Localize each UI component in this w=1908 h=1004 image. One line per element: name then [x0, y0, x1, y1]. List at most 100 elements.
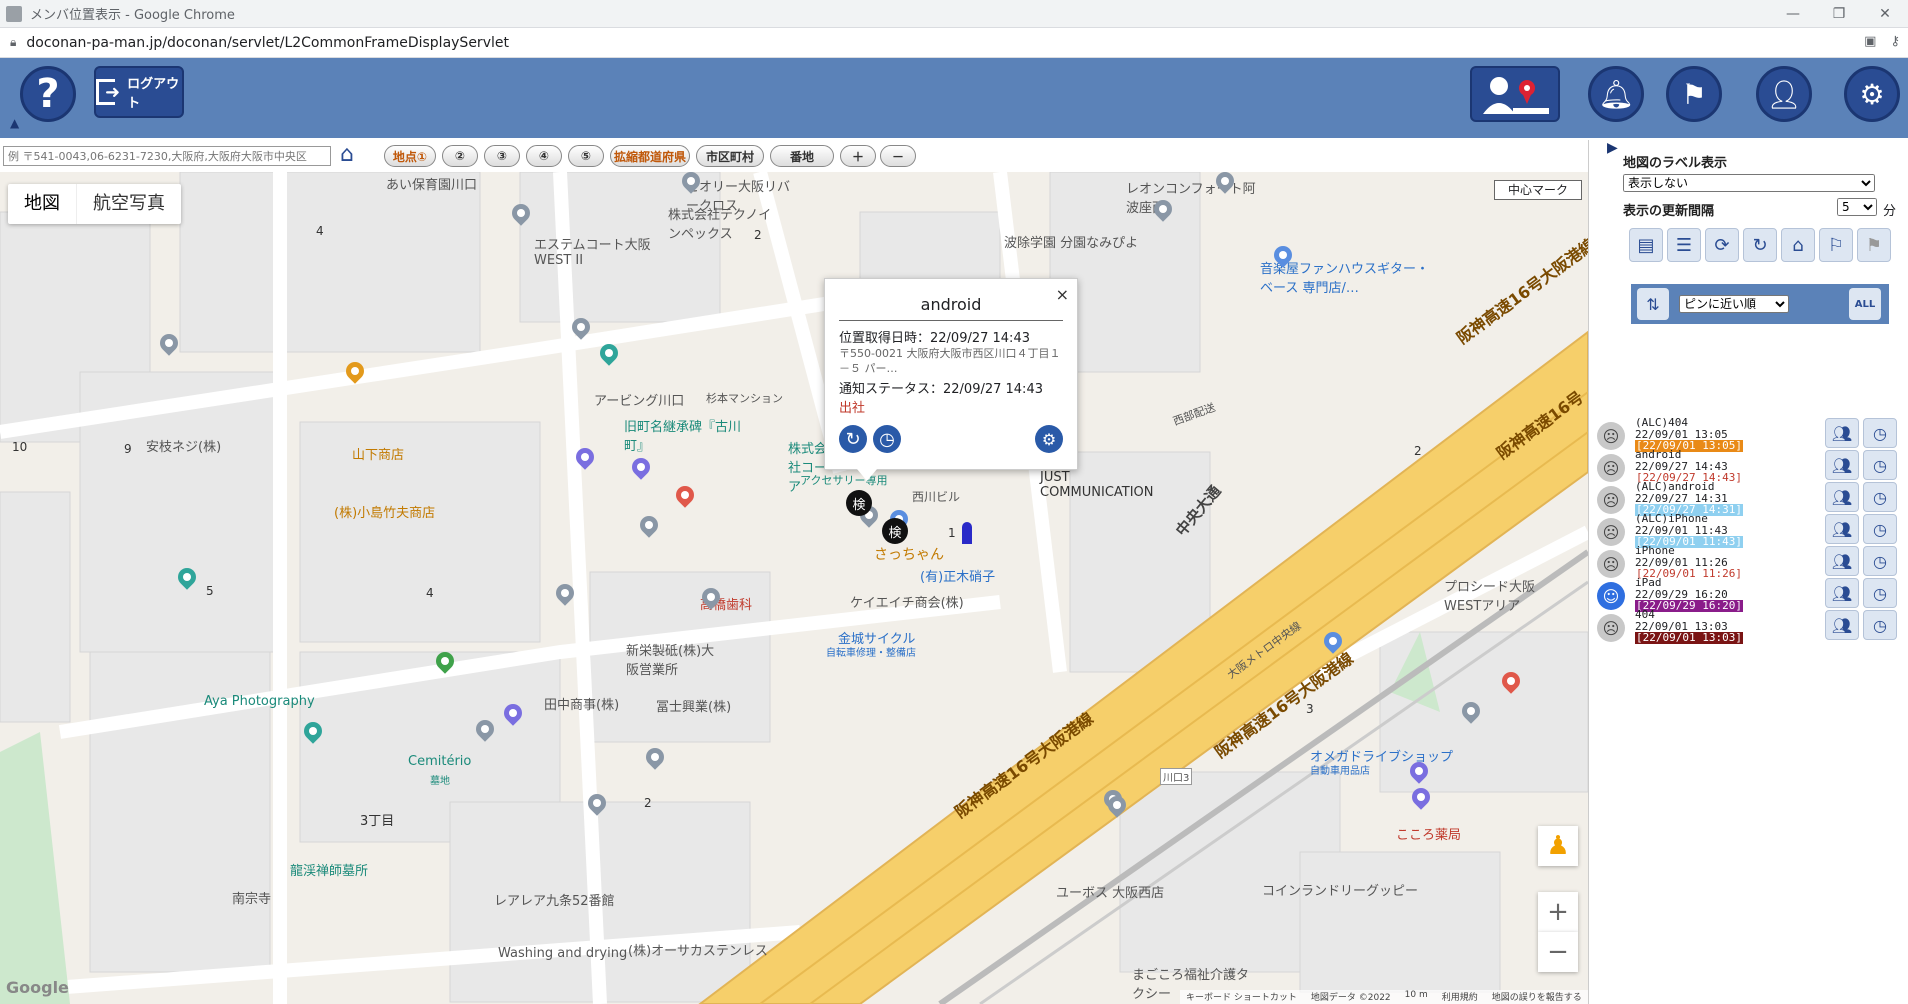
report-error-link[interactable]: 地図の誤りを報告する — [1492, 990, 1582, 1004]
cast-icon[interactable]: ▣ — [1864, 34, 1876, 49]
address-bar[interactable]: 🔒︎ doconan-pa-man.jp/doconan/servlet/L2C… — [0, 28, 1908, 58]
logout-label: ログアウト — [127, 77, 180, 111]
member-row[interactable]: ☹ (ALC)android 22/09/27 14:31 [22/09/27 14:… — [1597, 480, 1897, 516]
member-group-icon[interactable]: 👥︎ — [1825, 578, 1859, 608]
member-history-icon[interactable]: ◷ — [1863, 546, 1897, 576]
settings-button[interactable]: ⚙ — [1844, 66, 1900, 122]
member-group-icon[interactable]: 👥︎ — [1825, 418, 1859, 448]
map-label: JUST COMMUNICATION — [1040, 470, 1154, 500]
map-label: Washing and drying — [498, 946, 628, 961]
member-group-icon[interactable]: 👥︎ — [1825, 514, 1859, 544]
logout-button[interactable]: ログアウト — [94, 66, 184, 118]
map-label: コインランドリーグッピー — [1262, 884, 1419, 899]
map-label: レオンコンフォート阿波座西 — [1126, 182, 1256, 216]
zoom-out-button[interactable]: − — [1538, 932, 1578, 972]
home-icon[interactable]: ⌂ — [340, 142, 368, 170]
map-label: 自動車用品店 — [1310, 766, 1370, 777]
member-group-icon[interactable]: 👥︎ — [1825, 482, 1859, 512]
map-label: Cemitério — [408, 754, 472, 769]
notification-settings-button[interactable]: 🔔︎ — [1588, 66, 1644, 122]
member-row[interactable]: ☹ iPhone 22/09/01 11:26 [22/09/01 11:26] 👥︎ ◷ — [1597, 544, 1897, 580]
zoom-block-button[interactable]: 番地 — [770, 145, 834, 167]
all-members-icon[interactable]: ALL — [1849, 288, 1881, 320]
member-row[interactable]: ☹ 404 22/09/01 13:03 [22/09/01 13:03] 👥︎ ◷ — [1597, 608, 1897, 644]
url-text[interactable]: doconan-pa-man.jp/doconan/servlet/L2Comm… — [26, 35, 509, 51]
map-label: (株)オーサカステンレス — [628, 944, 768, 959]
member-row[interactable]: ☹ (ALC)404 22/09/01 13:05 [22/09/01 13:05] 👥… — [1597, 416, 1897, 452]
spot-5-button[interactable]: ⑤ — [568, 145, 604, 167]
zoom-in-button[interactable]: + — [1538, 892, 1578, 932]
sort-order-select[interactable]: ピンに近い順 — [1679, 295, 1789, 313]
center-mark-button[interactable]: 中心マーク — [1494, 180, 1582, 200]
map-type-map-tab[interactable]: 地図 — [8, 184, 77, 224]
map-label: 川口3 — [1160, 768, 1193, 785]
panel-toggle-arrow-icon[interactable]: ▶ — [1607, 140, 1618, 156]
member-address: 〒550-0021 大阪府大阪市西区川口４丁目１－５ パー… — [839, 347, 1061, 375]
member-marker[interactable]: 検 — [846, 490, 872, 516]
map-type-satellite-tab[interactable]: 航空写真 — [77, 184, 181, 224]
zoom-in-small-button[interactable]: ＋ — [840, 145, 876, 167]
refresh-icon[interactable]: ↻ — [1743, 228, 1777, 262]
lock-icon: 🔒︎ — [10, 35, 17, 49]
member-row[interactable]: ☺ iPad 22/09/29 16:20 [22/09/29 16:20] 👥︎ ◷ — [1597, 576, 1897, 612]
user-profile-button[interactable]: 👤︎ — [1756, 66, 1812, 122]
map-canvas[interactable]: 地図 航空写真 中心マーク あい保育園川口 セオリー大阪リバークロス 株式会社テ… — [0, 172, 1588, 1004]
zoom-prefecture-button[interactable]: 拡縮都道府県 — [610, 145, 690, 167]
spot-4-button[interactable]: ④ — [526, 145, 562, 167]
member-settings-icon[interactable]: ⚙ — [1035, 425, 1063, 453]
minimize-button[interactable]: — — [1770, 0, 1816, 28]
member-row[interactable]: ☹ (ALC)iPhone 22/09/01 11:43 [22/09/01 11:4… — [1597, 512, 1897, 548]
key-icon[interactable]: ⚷ — [1890, 34, 1900, 49]
member-location-button[interactable] — [1470, 66, 1560, 122]
spot-3-button[interactable]: ③ — [484, 145, 520, 167]
help-button[interactable]: ? — [20, 66, 76, 122]
terms-link[interactable]: 利用規約 — [1442, 990, 1478, 1004]
member-row-badge: [22/09/01 13:03] — [1635, 631, 1743, 644]
reload-icon[interactable]: ⟳ — [1705, 228, 1739, 262]
flag-view-icon[interactable]: ⚐ — [1819, 228, 1853, 262]
member-list-icon[interactable]: ☰ — [1667, 228, 1701, 262]
member-row[interactable]: ☹ android 22/09/27 14:43 [22/09/27 14:43] 👥︎… — [1597, 448, 1897, 484]
close-info-window-button[interactable]: × — [1056, 285, 1069, 304]
member-mood-icon: ☹ — [1597, 454, 1625, 482]
member-history-icon[interactable]: ◷ — [1863, 482, 1897, 512]
map-label: さっちゃん — [874, 547, 944, 563]
zoom-out-small-button[interactable]: － — [880, 145, 916, 167]
search-toolbar: ⌂ 地点① ② ③ ④ ⑤ 拡縮都道府県 市区町村 番地 ＋ － — [0, 140, 1588, 172]
member-mood-icon: ☹ — [1597, 486, 1625, 514]
member-history-icon[interactable]: ◷ — [1863, 450, 1897, 480]
spot-2-button[interactable]: ② — [442, 145, 478, 167]
keyboard-shortcuts-link[interactable]: キーボード ショートカット — [1186, 990, 1297, 1004]
update-interval-select[interactable]: 5 — [1837, 198, 1877, 216]
member-history-icon[interactable]: ◷ — [1863, 418, 1897, 448]
close-window-button[interactable]: ✕ — [1862, 0, 1908, 28]
map-label: 杉本マンション — [706, 392, 783, 405]
list-icon[interactable]: ▤ — [1629, 228, 1663, 262]
address-search-input[interactable] — [3, 146, 331, 166]
member-group-icon[interactable]: 👥︎ — [1825, 546, 1859, 576]
member-group-icon[interactable]: 👥︎ — [1825, 450, 1859, 480]
flag-hide-icon[interactable]: ⚑ — [1857, 228, 1891, 262]
member-history-icon[interactable]: ◷ — [1863, 578, 1897, 608]
block-number: 2 — [1414, 444, 1422, 458]
zoom-city-button[interactable]: 市区町村 — [696, 145, 764, 167]
home-icon[interactable]: ⌂ — [1781, 228, 1815, 262]
member-mood-icon: ☹ — [1597, 422, 1625, 450]
member-history-icon[interactable]: ◷ — [1863, 610, 1897, 640]
street-view-pegman-icon[interactable]: ♟ — [1538, 826, 1578, 866]
member-mood-icon: ☺ — [1597, 582, 1625, 610]
refresh-icon[interactable]: ↻ — [839, 425, 867, 453]
google-logo: Google — [6, 978, 69, 997]
member-group-icon[interactable]: 👥︎ — [1825, 610, 1859, 640]
member-history-icon[interactable]: ◷ — [1863, 514, 1897, 544]
collapse-arrow-icon[interactable]: ▲ — [10, 116, 19, 130]
acquired-time: 位置取得日時：22/09/27 14:43 — [839, 331, 1030, 346]
member-location-pin[interactable] — [962, 522, 972, 544]
history-icon[interactable]: ◷ — [873, 425, 901, 453]
member-marker[interactable]: 検 — [882, 518, 908, 544]
label-display-select[interactable]: 表示しない — [1623, 174, 1875, 192]
map-label: 西川ビル — [912, 490, 961, 504]
flag-settings-button[interactable]: ⚑ — [1666, 66, 1722, 122]
restore-button[interactable]: ❐ — [1816, 0, 1862, 28]
spot-1-button[interactable]: 地点① — [384, 145, 436, 167]
